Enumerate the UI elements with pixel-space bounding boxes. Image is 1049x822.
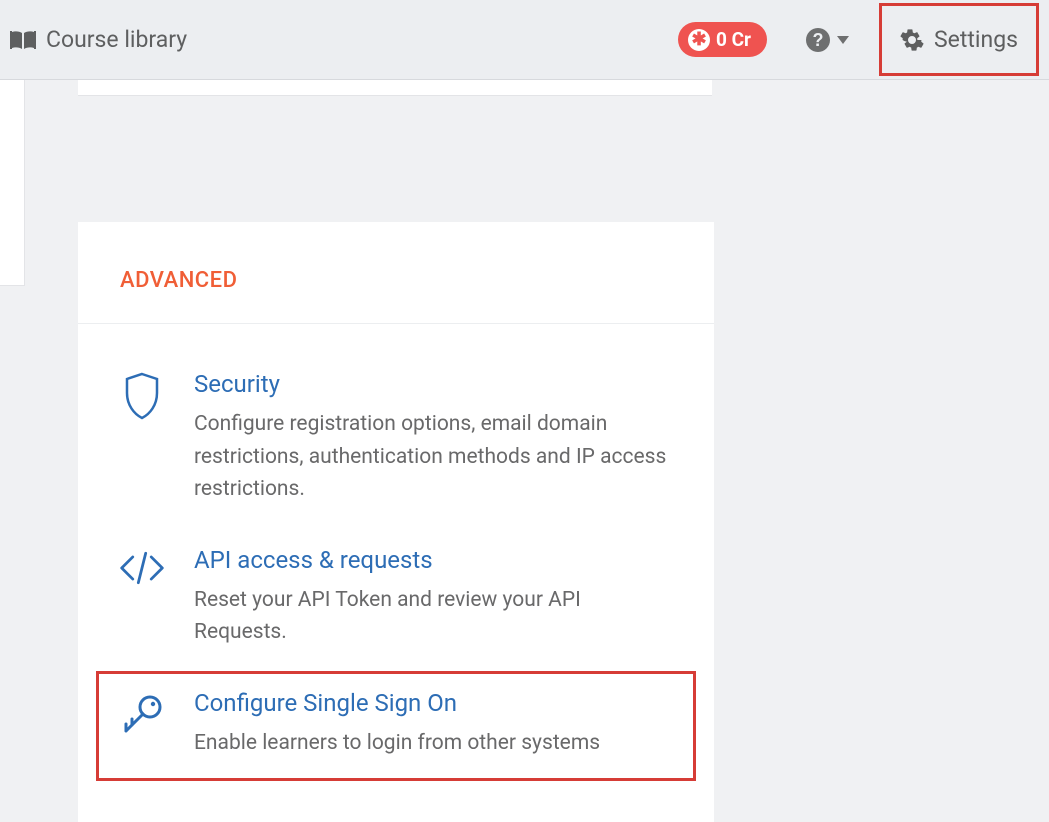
help-dropdown[interactable]: ? <box>805 27 849 53</box>
credits-label: 0 Cr <box>716 28 751 51</box>
course-library-link[interactable]: Course library <box>10 26 187 53</box>
book-icon <box>10 29 36 51</box>
course-library-label: Course library <box>46 26 187 53</box>
setting-desc-sso: Enable learners to login from other syst… <box>194 727 674 760</box>
settings-button-highlight: Settings <box>879 3 1039 76</box>
topbar: Course library ✱ 0 Cr ? Settings <box>0 0 1049 80</box>
setting-text-security: Security Configure registration options,… <box>194 370 674 506</box>
settings-button[interactable]: Settings <box>882 6 1036 73</box>
advanced-header: ADVANCED <box>78 222 714 324</box>
advanced-heading: ADVANCED <box>120 268 672 293</box>
code-icon <box>118 546 166 588</box>
setting-desc-security: Configure registration options, email do… <box>194 408 674 506</box>
help-icon: ? <box>805 27 831 53</box>
gear-icon <box>900 28 924 52</box>
shield-icon <box>118 370 166 420</box>
caret-down-icon <box>837 36 849 44</box>
credits-badge[interactable]: ✱ 0 Cr <box>678 22 767 57</box>
left-panel-stub <box>0 80 25 286</box>
previous-card-stub <box>78 80 712 96</box>
setting-desc-api: Reset your API Token and review your API… <box>194 584 674 649</box>
settings-label: Settings <box>934 26 1018 53</box>
setting-title-security: Security <box>194 370 674 398</box>
setting-text-api: API access & requests Reset your API Tok… <box>194 546 674 649</box>
setting-item-security[interactable]: Security Configure registration options,… <box>96 352 696 528</box>
setting-title-sso: Configure Single Sign On <box>194 689 674 717</box>
svg-text:?: ? <box>813 30 824 50</box>
settings-list: Security Configure registration options,… <box>78 324 714 801</box>
asterisk-icon: ✱ <box>688 29 710 51</box>
content-area: ADVANCED Security Configure registration… <box>0 80 1049 740</box>
key-icon <box>118 689 166 739</box>
setting-item-api[interactable]: API access & requests Reset your API Tok… <box>96 528 696 671</box>
setting-text-sso: Configure Single Sign On Enable learners… <box>194 689 674 760</box>
setting-item-sso[interactable]: Configure Single Sign On Enable learners… <box>96 671 696 782</box>
setting-title-api: API access & requests <box>194 546 674 574</box>
advanced-settings-card: ADVANCED Security Configure registration… <box>78 222 714 822</box>
